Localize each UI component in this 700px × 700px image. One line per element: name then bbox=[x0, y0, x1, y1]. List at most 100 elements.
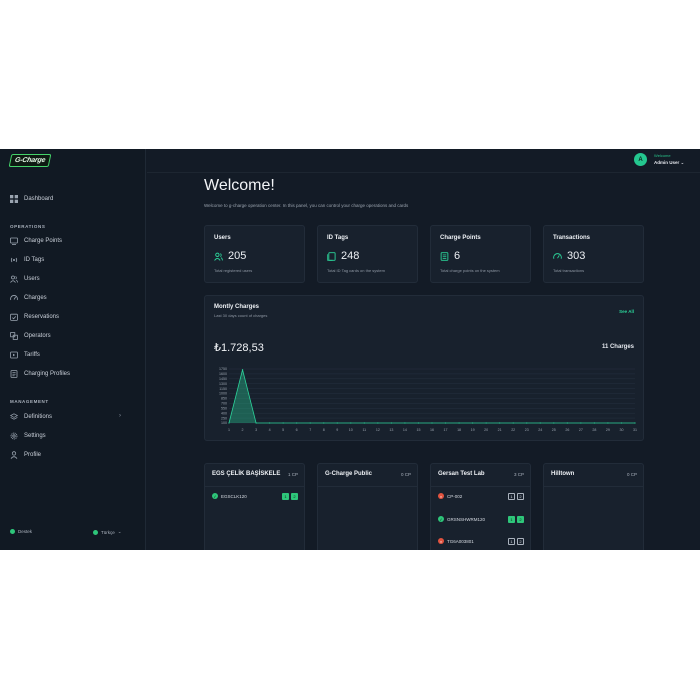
chevron-down-icon: ⌄ bbox=[117, 529, 122, 534]
sidebar-item-charge-points[interactable]: Charge Points bbox=[10, 236, 62, 246]
data-point[interactable] bbox=[296, 422, 298, 424]
users-icon bbox=[10, 275, 18, 283]
chevron-right-icon[interactable]: › bbox=[119, 413, 121, 419]
data-point[interactable] bbox=[323, 422, 325, 424]
cp-list-item[interactable]: ✓ GRSNSHWRM120 1 2 bbox=[438, 515, 524, 523]
y-tick-label: 1750 bbox=[219, 367, 227, 371]
divider bbox=[544, 486, 643, 487]
sidebar-item-label: Tariffs bbox=[24, 352, 40, 358]
data-point[interactable] bbox=[634, 422, 636, 424]
monitor-icon bbox=[10, 237, 18, 245]
monthly-charge-count: 11 Charges bbox=[601, 344, 634, 350]
data-point[interactable] bbox=[350, 422, 352, 424]
data-point[interactable] bbox=[607, 422, 609, 424]
cp-list-item[interactable]: ✓ EGSCLK120 1 2 bbox=[212, 492, 298, 500]
sidebar-item-settings[interactable]: Settings bbox=[10, 431, 46, 441]
data-point[interactable] bbox=[580, 422, 582, 424]
cp-group-card: Gersan Test Lab 3 CP × CP-002 1 2 ✓ GRSN… bbox=[430, 463, 531, 550]
users-icon bbox=[214, 252, 223, 261]
stat-description: Total transactions bbox=[553, 268, 585, 273]
data-point[interactable] bbox=[309, 422, 311, 424]
series-line bbox=[228, 369, 635, 424]
data-point[interactable] bbox=[390, 422, 392, 424]
data-point[interactable] bbox=[269, 422, 271, 424]
sidebar-item-id-tags[interactable]: ID Tags bbox=[10, 255, 44, 265]
connector-badge[interactable]: 2 bbox=[291, 492, 298, 500]
sidebar-item-profile[interactable]: Profile bbox=[10, 450, 41, 460]
data-point[interactable] bbox=[485, 422, 487, 424]
y-tick-label: 550 bbox=[221, 406, 227, 410]
calendar-check-icon bbox=[10, 313, 18, 321]
cp-group-card: Hilltown 0 CP bbox=[543, 463, 644, 550]
connector-badge[interactable]: 2 bbox=[517, 537, 524, 545]
sidebar-item-definitions[interactable]: Definitions bbox=[10, 412, 52, 422]
data-point[interactable] bbox=[377, 422, 379, 424]
data-point[interactable] bbox=[444, 422, 447, 424]
x-tick-label: 18 bbox=[457, 428, 461, 432]
sidebar-item-users[interactable]: Users bbox=[10, 274, 40, 284]
data-point[interactable] bbox=[566, 422, 568, 424]
sidebar-item-tariffs[interactable]: Tariffs bbox=[10, 350, 40, 360]
x-tick-label: 6 bbox=[296, 428, 298, 432]
stat-title: Transactions bbox=[553, 235, 591, 241]
data-point[interactable] bbox=[499, 422, 501, 424]
data-point[interactable] bbox=[241, 369, 244, 371]
sidebar-item-charging-profiles[interactable]: Charging Profiles bbox=[10, 369, 70, 379]
cp-list-item[interactable]: × CP-002 1 2 bbox=[438, 492, 524, 500]
divider bbox=[431, 486, 530, 487]
logo-text: G-Charge bbox=[14, 157, 46, 164]
user-menu[interactable]: Admin User ⌄ bbox=[654, 160, 684, 166]
status-error-icon: × bbox=[438, 538, 444, 544]
stat-description: Total ID Tag cards on the system bbox=[327, 268, 385, 273]
connector-badge[interactable]: 2 bbox=[517, 515, 524, 523]
y-tick-label: 1000 bbox=[219, 392, 227, 396]
cp-group-title: EGS ÇELİK BAŞİSKELE bbox=[212, 471, 281, 477]
stat-title: Users bbox=[214, 235, 231, 241]
x-tick-label: 3 bbox=[255, 428, 257, 432]
connector-badge[interactable]: 1 bbox=[508, 515, 515, 523]
g-charge-logo[interactable]: G-Charge bbox=[8, 154, 52, 167]
data-point[interactable] bbox=[526, 422, 528, 424]
avatar[interactable]: A bbox=[634, 153, 647, 166]
sidebar-item-operators[interactable]: Operators bbox=[10, 331, 51, 341]
data-point[interactable] bbox=[336, 422, 338, 424]
cp-group-count: 3 CP bbox=[513, 472, 524, 477]
connector-badge[interactable]: 1 bbox=[282, 492, 289, 500]
connector-badge[interactable]: 1 bbox=[508, 537, 515, 545]
data-point[interactable] bbox=[363, 422, 365, 424]
data-point[interactable] bbox=[458, 422, 460, 424]
data-point[interactable] bbox=[255, 422, 257, 424]
x-tick-label: 1 bbox=[228, 428, 230, 432]
monthly-charges-subtitle: Last 30 days count of charges bbox=[214, 313, 268, 318]
top-bar bbox=[147, 149, 700, 173]
data-point[interactable] bbox=[472, 422, 474, 424]
connector-badge[interactable]: 2 bbox=[517, 492, 524, 500]
operations-section-label: OPERATIONS bbox=[10, 224, 46, 229]
data-point[interactable] bbox=[539, 422, 541, 424]
support-link[interactable]: Destek bbox=[10, 529, 32, 534]
sidebar-item-reservations[interactable]: Reservations bbox=[10, 312, 59, 322]
sidebar-item-charges[interactable]: Charges bbox=[10, 293, 47, 303]
data-point[interactable] bbox=[228, 422, 230, 424]
gear-icon bbox=[10, 432, 18, 440]
data-point[interactable] bbox=[593, 422, 595, 424]
data-point[interactable] bbox=[404, 422, 406, 424]
data-point[interactable] bbox=[553, 422, 555, 424]
see-all-link[interactable]: See All bbox=[619, 309, 634, 314]
stat-card-transactions: Transactions 303 Total transactions bbox=[543, 225, 644, 283]
data-point[interactable] bbox=[431, 422, 433, 424]
stat-description: Total charge points on the system bbox=[440, 268, 500, 273]
data-point[interactable] bbox=[512, 422, 514, 424]
tariff-icon bbox=[10, 351, 18, 359]
stat-card-users: Users 205 Total registered users bbox=[204, 225, 305, 283]
sidebar-item-dashboard[interactable]: Dashboard bbox=[10, 194, 53, 204]
language-selector[interactable]: Türkçe ⌄ bbox=[93, 529, 122, 535]
page-subtitle: Welcome to g-charge operation center. In… bbox=[204, 203, 409, 208]
data-point[interactable] bbox=[282, 422, 284, 424]
sidebar-item-label: Reservations bbox=[24, 314, 60, 320]
connector-badge[interactable]: 1 bbox=[508, 492, 515, 500]
cp-list-item[interactable]: × TG6A003801 1 2 bbox=[438, 537, 524, 545]
stat-title: ID Tags bbox=[327, 235, 349, 241]
data-point[interactable] bbox=[417, 422, 420, 424]
data-point[interactable] bbox=[620, 422, 623, 424]
